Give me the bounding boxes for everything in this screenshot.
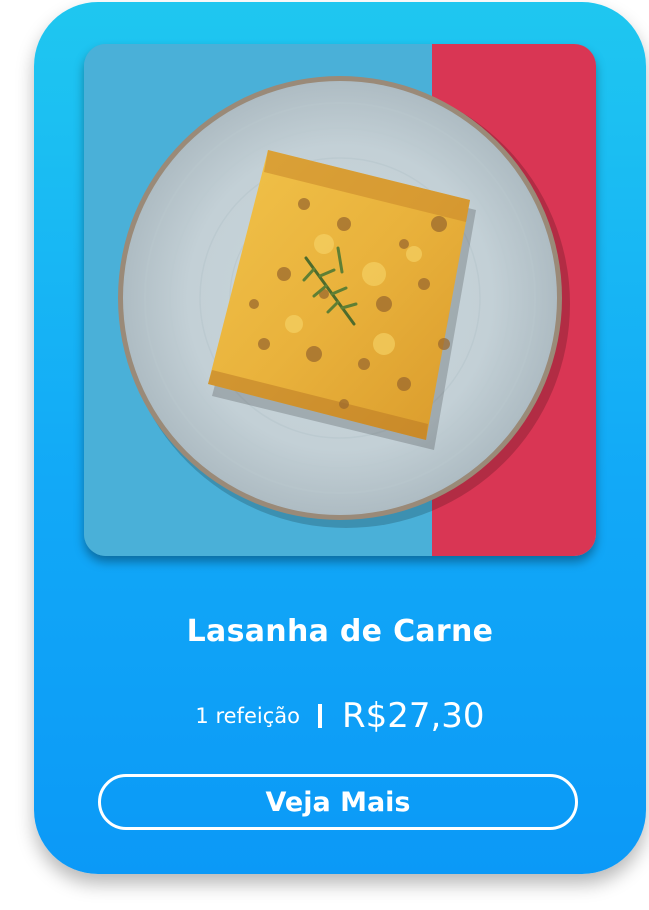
separator-bar (317, 704, 322, 728)
lasagna-plate-illustration (84, 44, 596, 556)
product-image (84, 44, 596, 556)
veja-mais-button[interactable]: Veja Mais (98, 774, 578, 830)
price-value: R$27,30 (341, 696, 485, 736)
product-title: Lasanha de Carne (186, 614, 494, 649)
product-card[interactable]: Lasanha de Carne 1 refeição R$27,30 Veja … (34, 2, 646, 874)
portion-label: 1 refeição (195, 704, 300, 728)
price-row: 1 refeição R$27,30 (34, 696, 646, 736)
